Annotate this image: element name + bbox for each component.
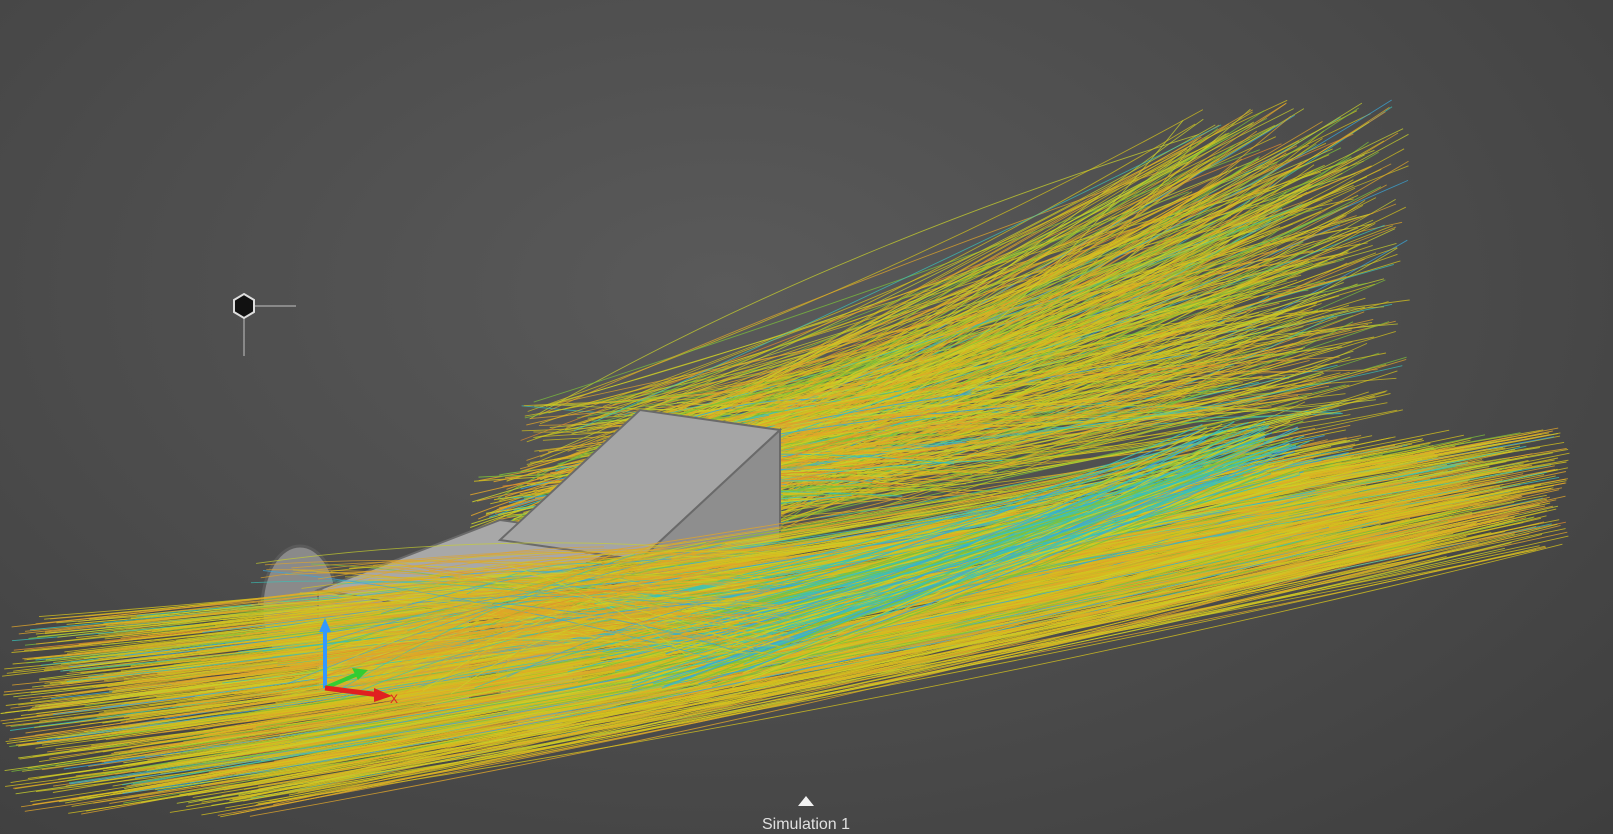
simulation-tab[interactable]: Simulation 1 (744, 792, 868, 834)
simulation-scene[interactable]: X (0, 0, 1613, 834)
hexagon-light-icon[interactable] (228, 290, 298, 360)
x-axis-label: X (390, 692, 398, 706)
light-source-widget[interactable] (228, 290, 298, 360)
3d-viewport[interactable]: X Simulation 1 (0, 0, 1613, 834)
simulation-tab-label: Simulation 1 (761, 816, 851, 833)
triangle-up-icon[interactable] (798, 796, 814, 806)
